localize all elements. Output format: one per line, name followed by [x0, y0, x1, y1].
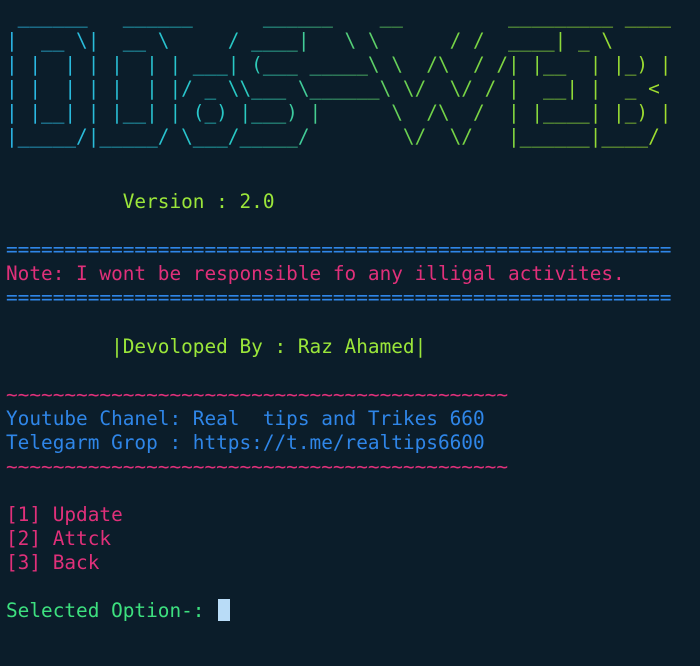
- disclaimer-note: Note: I wont be responsible fo any illig…: [6, 262, 625, 285]
- menu-option-back[interactable]: [3] Back: [6, 551, 99, 575]
- youtube-channel-line: Youtube Chanel: Real tips and Trikes 660: [6, 407, 485, 430]
- divider-top: ========================================…: [6, 238, 672, 261]
- text-cursor[interactable]: [218, 599, 231, 621]
- divider-bottom: ========================================…: [6, 286, 672, 309]
- terminal-window: ______ ______ ______ __ _________ ____ |…: [0, 0, 700, 666]
- option-prompt[interactable]: Selected Option-:: [6, 599, 231, 623]
- ddos-web-ascii-banner: ______ ______ ______ __ _________ ____ |…: [6, 5, 672, 148]
- version-line: Version : 2.0: [6, 190, 275, 213]
- telegram-group-line: Telegarm Grop : https://t.me/realtips660…: [6, 431, 485, 454]
- tilde-divider-top: ~~~~~~~~~~~~~~~~~~~~~~~~~~~~~~~~~~~~~~~~…: [6, 383, 508, 406]
- developer-credit: |Devoloped By : Raz Ahamed|: [6, 335, 427, 358]
- menu-option-update[interactable]: [1] Update: [6, 503, 123, 527]
- menu-option-attack[interactable]: [2] Attck: [6, 527, 111, 551]
- prompt-label: Selected Option-:: [6, 599, 217, 622]
- tilde-divider-bottom: ~~~~~~~~~~~~~~~~~~~~~~~~~~~~~~~~~~~~~~~~…: [6, 455, 508, 478]
